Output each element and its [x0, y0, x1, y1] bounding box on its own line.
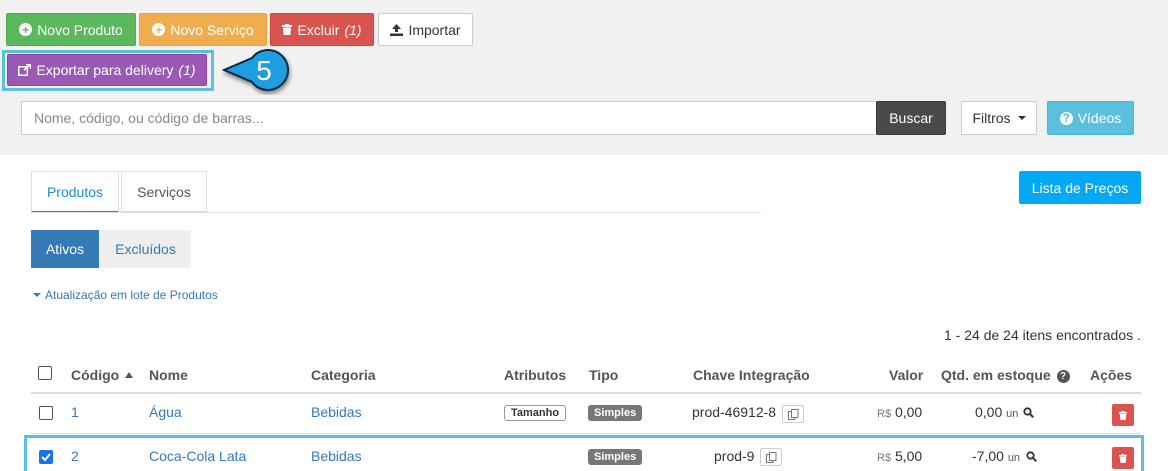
tab-produtos[interactable]: Produtos [31, 171, 119, 213]
select-all-checkbox[interactable] [38, 366, 52, 380]
header-tipo[interactable]: Tipo [589, 367, 618, 383]
novo-servico-button[interactable]: + Novo Serviço [139, 13, 267, 46]
pill-label: Ativos [45, 241, 85, 257]
search-input[interactable] [21, 101, 877, 135]
importar-button[interactable]: Importar [378, 13, 473, 46]
row-nome[interactable]: Coca-Cola Lata [149, 448, 246, 464]
trash-icon [1119, 453, 1127, 463]
atributo-badge: Tamanho [504, 405, 567, 421]
header-categoria[interactable]: Categoria [311, 367, 376, 383]
row-valor: R$ 0,00 [877, 404, 922, 420]
qtd-amount: -7,00 [972, 448, 1004, 464]
row-chave: prod-46912-8 [692, 404, 777, 420]
pill-label: Excluídos [115, 241, 176, 257]
search-icon[interactable] [1026, 451, 1037, 462]
tab-servicos[interactable]: Serviços [121, 171, 207, 212]
header-qtd-label: Qtd. em estoque [941, 367, 1051, 383]
valor-amount: 0,00 [894, 404, 923, 420]
importar-label: Importar [408, 21, 461, 38]
filtros-dropdown[interactable]: Filtros [961, 101, 1037, 135]
tipo-badge: Simples [588, 405, 643, 421]
trash-icon [1119, 410, 1127, 420]
header-qtd[interactable]: Qtd. em estoque ? [941, 367, 1070, 383]
header-chave[interactable]: Chave Integração [693, 367, 810, 383]
tab-label: Serviços [137, 183, 191, 200]
row-qtd: -7,00 un [972, 448, 1020, 464]
qtd-amount: 0,00 [975, 404, 1003, 420]
results-count: 1 - 24 de 24 itens encontrados . [944, 327, 1141, 343]
row-checkbox[interactable] [39, 450, 53, 464]
qtd-unit: un [1007, 452, 1021, 464]
sort-asc-icon [125, 372, 134, 378]
atualizacao-lote-link[interactable]: Atualização em lote de Produtos [33, 288, 218, 302]
tabs-divider [31, 212, 761, 213]
row-divider [31, 433, 1141, 434]
exportar-count: (1) [178, 62, 196, 78]
copy-icon[interactable] [760, 448, 782, 466]
caret-down-icon [1017, 116, 1026, 120]
lista-precos-label: Lista de Preços [1031, 179, 1129, 196]
row-categoria[interactable]: Bebidas [311, 404, 362, 420]
plus-circle-icon: + [152, 23, 166, 36]
copy-icon[interactable] [782, 405, 804, 423]
row-codigo[interactable]: 1 [71, 404, 79, 420]
lote-label: Atualização em lote de Produtos [45, 288, 218, 302]
videos-label: Vídeos [1077, 110, 1122, 126]
trash-icon [282, 24, 293, 35]
exportar-label: Exportar para delivery [36, 62, 174, 78]
currency-symbol: R$ [877, 408, 892, 420]
novo-produto-button[interactable]: + Novo Produto [6, 13, 136, 46]
search-icon[interactable] [1023, 407, 1034, 418]
row-nome[interactable]: Água [149, 404, 182, 420]
header-acoes: Ações [1090, 367, 1133, 383]
delete-row-button[interactable] [1112, 447, 1134, 469]
novo-produto-label: Novo Produto [37, 21, 123, 38]
videos-button[interactable]: ? Vídeos [1047, 101, 1134, 135]
currency-symbol: R$ [877, 452, 892, 464]
header-codigo-label: Código [71, 367, 120, 383]
step-badge: 5 [222, 49, 289, 91]
excluir-button[interactable]: Excluir (1) [270, 13, 374, 46]
qtd-unit: un [1006, 408, 1019, 420]
header-valor[interactable]: Valor [889, 367, 923, 383]
header-divider [31, 392, 1141, 394]
exportar-delivery-button[interactable]: Exportar para delivery (1) [7, 54, 207, 86]
external-share-icon [18, 64, 32, 76]
checkmark-icon [41, 453, 51, 461]
buscar-button[interactable]: Buscar [876, 101, 946, 135]
step-number: 5 [256, 55, 272, 86]
row-qtd: 0,00 un [975, 404, 1018, 420]
row-checkbox[interactable] [39, 406, 53, 420]
question-circle-icon[interactable]: ? [1056, 370, 1070, 383]
header-codigo[interactable]: Código [71, 367, 134, 383]
excluir-label: Excluir [297, 21, 340, 38]
buscar-label: Buscar [889, 110, 933, 126]
row-codigo[interactable]: 2 [71, 448, 79, 464]
question-circle-icon: ? [1059, 111, 1073, 125]
filtros-label: Filtros [972, 110, 1011, 126]
row-valor: R$ 5,00 [877, 448, 922, 464]
novo-servico-label: Novo Serviço [170, 21, 254, 38]
delete-row-button[interactable] [1112, 404, 1134, 426]
tipo-badge: Simples [588, 449, 643, 465]
valor-amount: 5,00 [894, 448, 923, 464]
lista-precos-button[interactable]: Lista de Preços [1019, 171, 1141, 204]
plus-circle-icon: + [19, 23, 33, 36]
header-nome[interactable]: Nome [149, 367, 188, 383]
row-categoria[interactable]: Bebidas [311, 448, 362, 464]
header-atributos: Atributos [504, 367, 567, 383]
caret-down-icon [33, 293, 41, 297]
excluir-count: (1) [344, 21, 362, 38]
row-chave: prod-9 [714, 448, 755, 464]
pill-ativos[interactable]: Ativos [31, 230, 99, 268]
pill-excluidos[interactable]: Excluídos [100, 230, 191, 268]
tab-label: Produtos [46, 183, 104, 200]
upload-icon [390, 23, 404, 36]
